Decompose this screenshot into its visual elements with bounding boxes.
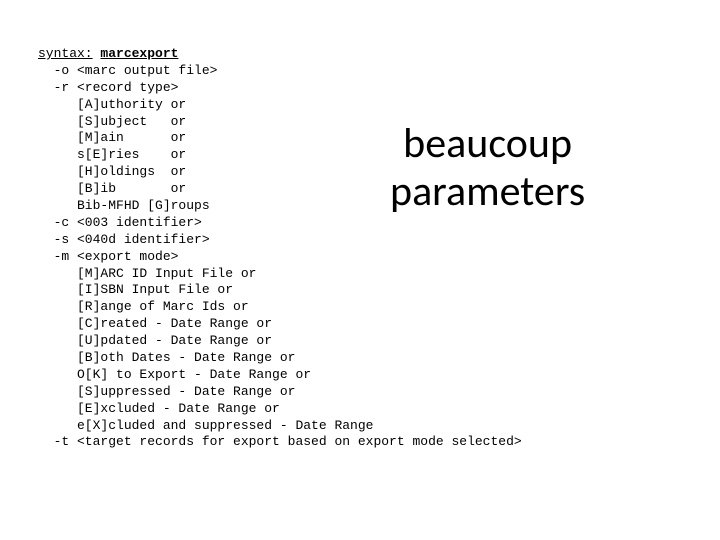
syntax-line: O[K] to Export - Date Range or <box>38 367 311 382</box>
syntax-line: -c <003 identifier> <box>38 215 202 230</box>
syntax-line: [U]pdated - Date Range or <box>38 333 272 348</box>
syntax-line: e[X]cluded and suppressed - Date Range <box>38 418 373 433</box>
syntax-label: syntax: <box>38 46 93 61</box>
syntax-line: -s <040d identifier> <box>38 232 210 247</box>
syntax-line: [B]ib or <box>38 181 186 196</box>
syntax-line: [H]oldings or <box>38 164 186 179</box>
syntax-line: [R]ange of Marc Ids or <box>38 299 249 314</box>
callout-line-2: parameters <box>390 168 585 216</box>
syntax-line: -m <export mode> <box>38 249 178 264</box>
syntax-line: [M]ain or <box>38 130 186 145</box>
callout-text: beaucoup parameters <box>390 120 585 217</box>
syntax-line: [A]uthority or <box>38 97 186 112</box>
syntax-line: [E]xcluded - Date Range or <box>38 401 280 416</box>
syntax-line: s[E]ries or <box>38 147 186 162</box>
syntax-line: [C]reated - Date Range or <box>38 316 272 331</box>
syntax-line: -t <target records for export based on e… <box>38 434 522 449</box>
syntax-line: [M]ARC ID Input File or <box>38 266 256 281</box>
syntax-block: syntax: marcexport -o <marc output file>… <box>0 0 720 451</box>
syntax-line: [B]oth Dates - Date Range or <box>38 350 295 365</box>
command-name: marcexport <box>100 46 178 61</box>
syntax-line: [S]ubject or <box>38 114 186 129</box>
syntax-line: [I]SBN Input File or <box>38 282 233 297</box>
syntax-line: [S]uppressed - Date Range or <box>38 384 295 399</box>
syntax-line: Bib-MFHD [G]roups <box>38 198 210 213</box>
callout-line-1: beaucoup <box>390 120 585 168</box>
syntax-line: -r <record type> <box>38 80 178 95</box>
syntax-line: -o <marc output file> <box>38 63 217 78</box>
